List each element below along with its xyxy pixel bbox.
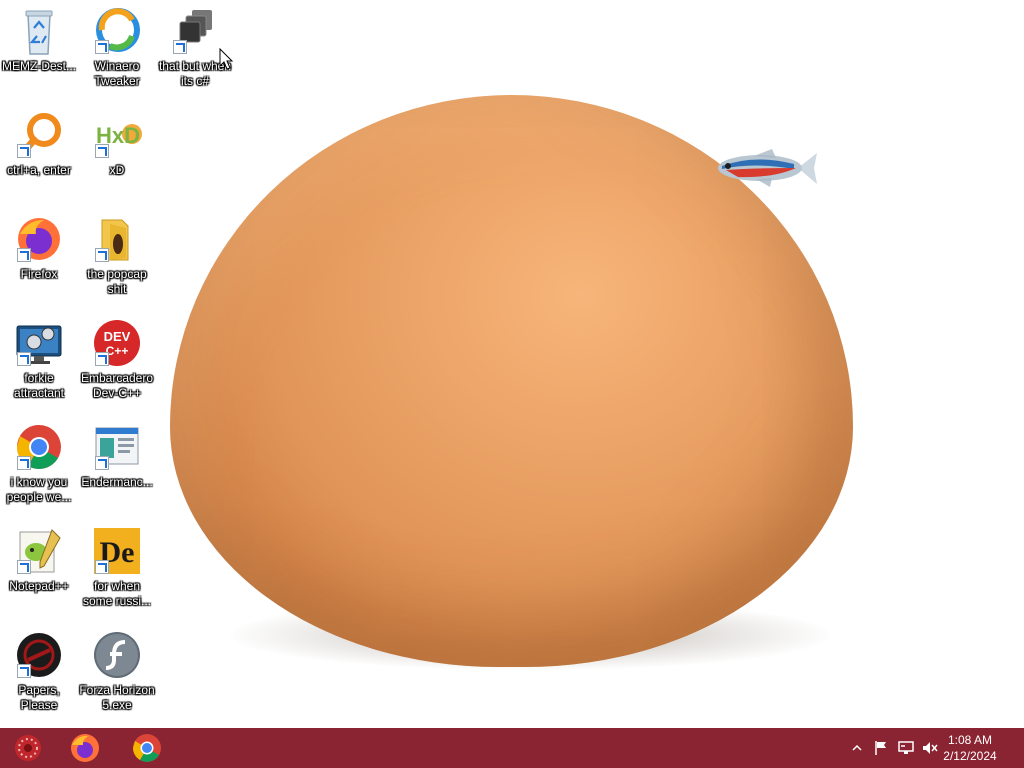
desktop-icon-label: for when some russi...: [82, 579, 151, 608]
desktop-icon-label: the popcap shit: [87, 267, 147, 296]
desktop-icon-recycle-bin[interactable]: MEMZ-Dest...: [0, 6, 78, 74]
chevron-up-icon: [852, 744, 862, 751]
shortcut-arrow-icon: [95, 352, 109, 366]
desktop-icon-label: i know you people we...: [6, 475, 72, 504]
winaero-icon: [92, 6, 142, 56]
recycle-bin-icon: [14, 6, 64, 56]
desktop-icon-papers-please[interactable]: Papers, Please: [0, 630, 78, 713]
desktop-icon-ctrl-a-enter[interactable]: ctrl+a, enter: [0, 110, 78, 178]
devcpp-logo-subtext: C++: [106, 344, 129, 358]
de-app-icon: De: [92, 526, 142, 576]
taskbar-chrome-button[interactable]: [119, 728, 175, 768]
desktop-icon-label: Embarcadero Dev-C++: [80, 371, 154, 400]
desktop-icon-label: Papers, Please: [18, 683, 60, 712]
desktop-icon-forza-horizon-5[interactable]: Forza Horizon 5.exe: [78, 630, 156, 713]
flag-icon: [875, 741, 886, 755]
taskbar: 1:08 AM 2/12/2024: [0, 728, 1024, 768]
desktop-icon-label: Firefox: [20, 267, 58, 281]
desktop-icon-label: MEMZ-Dest...: [2, 59, 76, 73]
papers-please-icon: [14, 630, 64, 680]
desktop-icon-label: ctrl+a, enter: [7, 163, 71, 177]
shortcut-arrow-icon: [17, 248, 31, 262]
shortcut-arrow-icon: [95, 248, 109, 262]
shortcut-arrow-icon: [17, 352, 31, 366]
network-button[interactable]: [895, 728, 917, 768]
network-icon: [898, 741, 914, 754]
firefox-icon: [71, 734, 99, 762]
flash-icon: [92, 630, 142, 680]
clock-date: 2/12/2024: [943, 749, 997, 763]
desktop-icon-label: xD: [109, 163, 125, 177]
desktop-icon-endermanc[interactable]: Endermanc...: [78, 422, 156, 490]
desktop-icon-label: Forza Horizon 5.exe: [79, 683, 155, 712]
mouse-pointer-icon: [219, 48, 234, 70]
desktop-icon-the-popcap-shit[interactable]: the popcap shit: [78, 214, 156, 297]
desktop-icon-for-when-some-russi[interactable]: De for when some russi...: [78, 526, 156, 609]
desktop-icon-notepadpp[interactable]: Notepad++: [0, 526, 78, 594]
devcpp-logo-text: DEV: [104, 329, 131, 344]
show-hidden-icons-button[interactable]: [850, 728, 864, 768]
shortcut-arrow-icon: [173, 40, 187, 54]
shortcut-arrow-icon: [17, 456, 31, 470]
action-center-flag-button[interactable]: [871, 728, 891, 768]
desktop-icon-label: forkie attractant: [13, 371, 65, 400]
desktop-icon-forkie-attractant[interactable]: forkie attractant: [0, 318, 78, 401]
shortcut-arrow-icon: [17, 144, 31, 158]
fish-icon: [718, 149, 817, 187]
start-button[interactable]: [0, 728, 56, 768]
window-app-icon: [92, 422, 142, 472]
shortcut-arrow-icon: [95, 144, 109, 158]
chrome-icon: [14, 422, 64, 472]
devcpp-icon: DEV C++: [92, 318, 142, 368]
firefox-icon: [14, 214, 64, 264]
stacked-windows-icon: [170, 6, 220, 56]
desktop-icon-label: Winaero Tweaker: [94, 59, 140, 88]
shortcut-arrow-icon: [95, 560, 109, 574]
shortcut-arrow-icon: [17, 560, 31, 574]
shortcut-arrow-icon: [95, 456, 109, 470]
desktop-icon-winaero-tweaker[interactable]: Winaero Tweaker: [78, 6, 156, 89]
chrome-icon: [133, 734, 161, 762]
folder-icon: [92, 214, 142, 264]
taskbar-clock[interactable]: 1:08 AM 2/12/2024: [930, 732, 1010, 764]
computer-gears-icon: [14, 318, 64, 368]
hxd-icon: HxD: [92, 110, 142, 160]
desktop-icon-firefox[interactable]: Firefox: [0, 214, 78, 282]
start-orb-icon: [15, 735, 41, 761]
magnifier-orange-icon: [14, 110, 64, 160]
desktop-icon-xd[interactable]: HxD xD: [78, 110, 156, 178]
shortcut-arrow-icon: [17, 664, 31, 678]
shortcut-arrow-icon: [95, 40, 109, 54]
desktop-icon-embarcadero-devcpp[interactable]: DEV C++ Embarcadero Dev-C++: [78, 318, 156, 401]
desktop-icon-label: Endermanc...: [81, 475, 153, 489]
desktop-icon-label: Notepad++: [9, 579, 69, 593]
taskbar-firefox-button[interactable]: [57, 728, 113, 768]
desktop-icon-chrome[interactable]: i know you people we...: [0, 422, 78, 505]
clock-time: 1:08 AM: [947, 733, 993, 747]
notepadpp-icon: [14, 526, 64, 576]
desktop[interactable]: MEMZ-Dest... Winaero Tweaker that but wh…: [0, 0, 1024, 728]
